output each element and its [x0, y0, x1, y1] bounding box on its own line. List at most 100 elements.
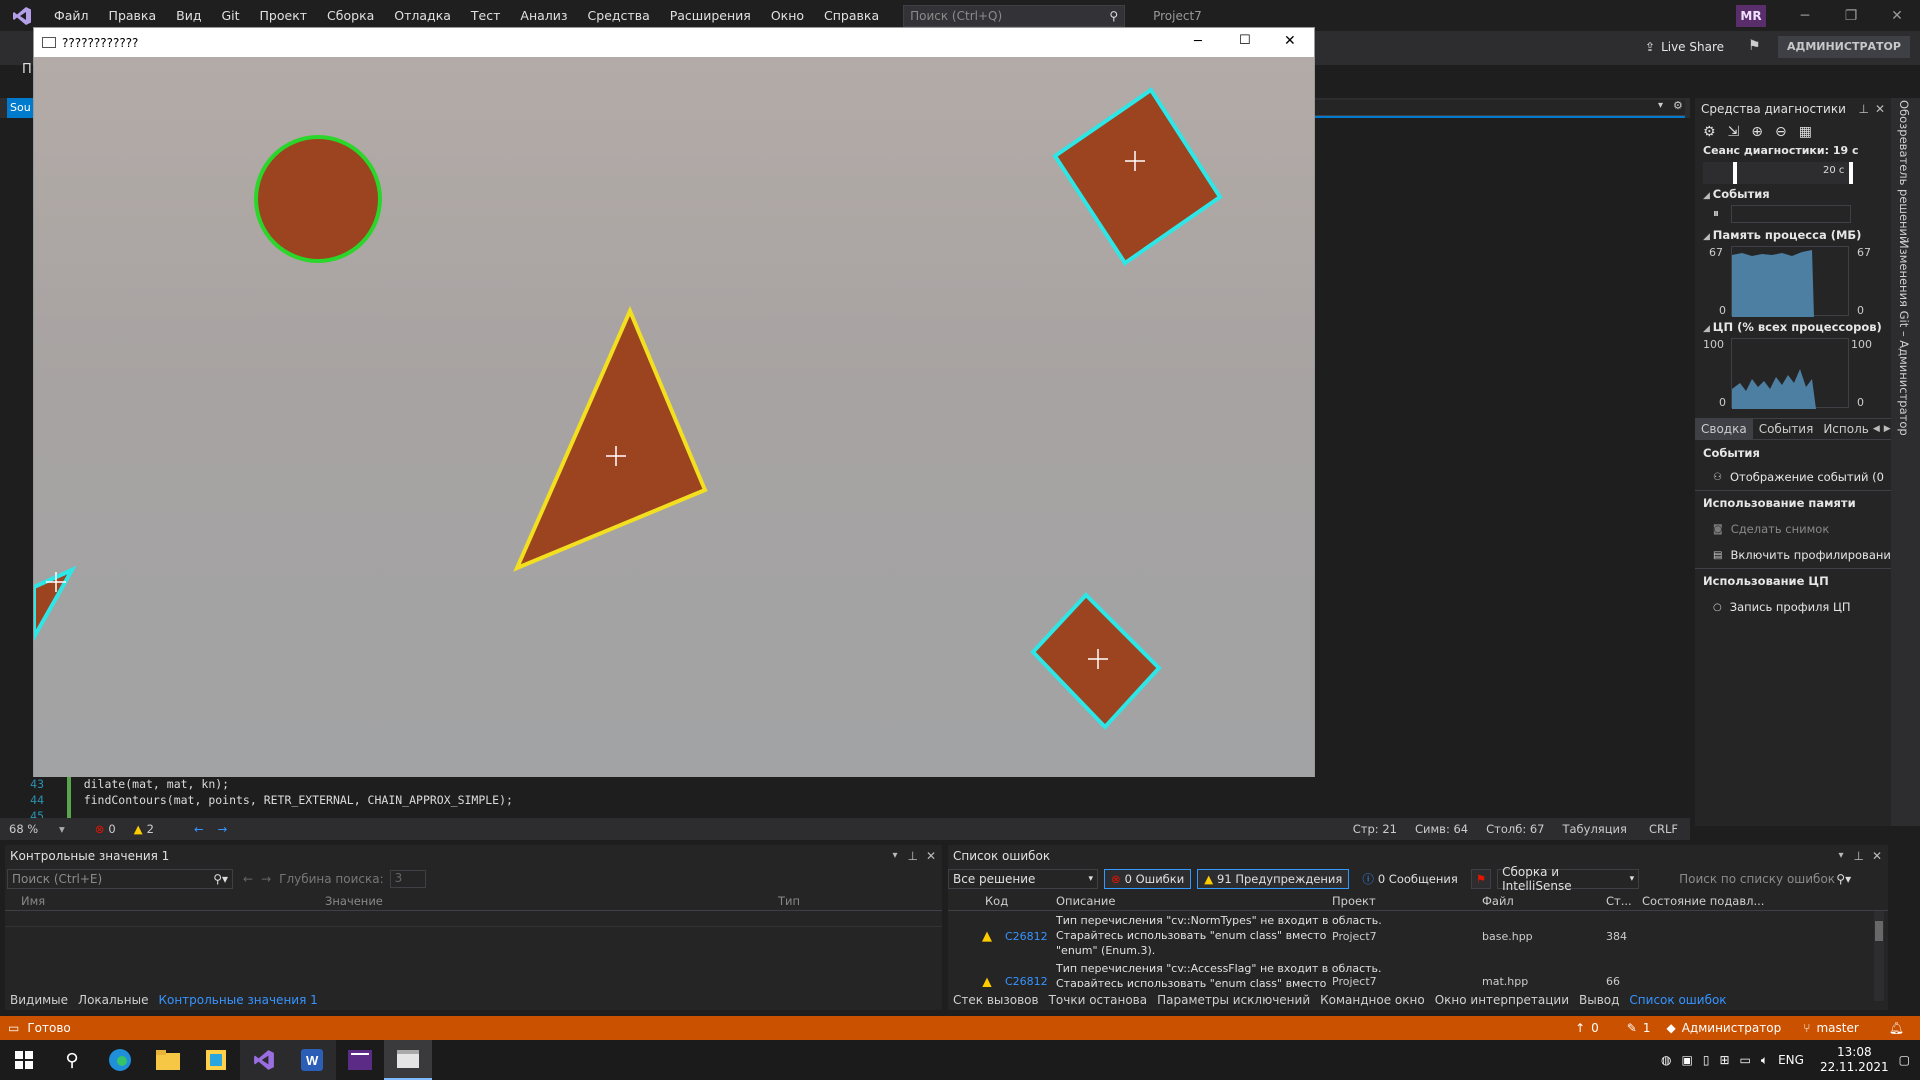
push-count[interactable]: 0	[1591, 1021, 1599, 1035]
zoom-dropdown-icon[interactable]: ▾	[59, 822, 65, 836]
char-indicator[interactable]: Симв: 64	[1415, 822, 1468, 836]
edge-browser-icon[interactable]	[96, 1040, 144, 1080]
language-indicator[interactable]: ENG	[1778, 1053, 1804, 1067]
tab-scroll-right-icon[interactable]: ▶	[1884, 424, 1891, 434]
settings-gear-icon[interactable]: ⚙	[1703, 124, 1716, 140]
col-line[interactable]: Ст...	[1606, 894, 1632, 908]
error-list-close-icon[interactable]: ✕	[1872, 845, 1882, 867]
cv-window-titlebar[interactable]: ???????????? ─ ☐ ✕	[34, 28, 1314, 57]
opencv-window-taskbar-icon[interactable]	[384, 1040, 432, 1080]
code-line[interactable]: 44 findContours(mat, points, RETR_EXTERN…	[0, 793, 513, 809]
settings-gear-icon[interactable]: ⚙	[1673, 99, 1683, 112]
solution-explorer-tab[interactable]: Обозреватель решений	[1897, 100, 1911, 244]
tab-summary[interactable]: Сводка	[1695, 418, 1753, 440]
col-indicator[interactable]: Столб: 67	[1486, 822, 1544, 836]
col-code[interactable]: Код	[985, 894, 1008, 908]
scope-select[interactable]: Все решение ▾	[948, 869, 1098, 889]
col-type[interactable]: Тип	[778, 894, 800, 908]
tab-error-list[interactable]: Список ошибок	[1624, 993, 1731, 1007]
clock[interactable]: 13:08 22.11.2021	[1820, 1045, 1889, 1075]
error-row[interactable]: ▲ C26812 Тип перечисления "cv::NormTypes…	[948, 911, 1888, 961]
error-code-link[interactable]: C26812	[1005, 930, 1048, 943]
tab-usage[interactable]: Исполь	[1819, 422, 1873, 436]
filter-clear-icon[interactable]: ⚑	[1470, 869, 1492, 889]
cv-minimize-button[interactable]: ─	[1194, 34, 1202, 49]
editor-tab-active[interactable]: Sou	[7, 98, 33, 118]
nav-forward-icon[interactable]: →	[218, 822, 228, 836]
nav-back-icon[interactable]: ←	[194, 822, 204, 836]
indent-indicator[interactable]: Табуляция	[1562, 822, 1626, 836]
search-forward-icon[interactable]: →	[261, 872, 271, 886]
cpu-header[interactable]: ◢ ЦП (% всех процессоров)	[1695, 320, 1891, 338]
search-back-icon[interactable]: ←	[243, 872, 253, 886]
tab-autos[interactable]: Видимые	[5, 993, 73, 1007]
timeline-end-handle[interactable]	[1849, 162, 1853, 184]
error-search-input[interactable]: Поиск по списку ошибок ⚲▾	[1675, 869, 1855, 889]
network-icon[interactable]: ⊞	[1719, 1053, 1729, 1067]
search-input[interactable]: Поиск (Ctrl+Q) ⚲	[903, 4, 1126, 27]
col-suppression[interactable]: Состояние подавл...	[1642, 894, 1764, 908]
volume-icon[interactable]: 🔈︎	[1761, 1053, 1768, 1068]
col-description[interactable]: Описание	[1056, 894, 1115, 908]
watch-dropdown-icon[interactable]: ▾	[892, 845, 897, 867]
timeline-start-handle[interactable]	[1733, 162, 1737, 184]
notification-center-icon[interactable]: ▢	[1899, 1053, 1910, 1067]
col-name[interactable]: Имя	[21, 894, 45, 908]
enable-profiling-link[interactable]: ▤ Включить профилировани	[1695, 542, 1891, 568]
error-list-scrollbar[interactable]	[1874, 911, 1884, 1001]
zoom-level[interactable]: 68 %	[9, 822, 59, 836]
meet-now-icon[interactable]: ▣	[1682, 1053, 1693, 1067]
opencv-image-window[interactable]: ???????????? ─ ☐ ✕	[33, 27, 1315, 777]
tab-immediate-window[interactable]: Окно интерпретации	[1430, 993, 1574, 1007]
live-share-button[interactable]: ⇪ Live Share	[1645, 40, 1724, 54]
error-list-pin-icon[interactable]: ⊥	[1853, 845, 1863, 867]
col-project[interactable]: Проект	[1332, 894, 1376, 908]
pin-icon[interactable]: ⊥	[1858, 102, 1868, 116]
tab-locals[interactable]: Локальные	[73, 993, 153, 1007]
events-header[interactable]: ◢ События	[1695, 184, 1891, 202]
code-line[interactable]: 43 dilate(mat, mat, kn);	[0, 777, 229, 793]
tab-watch1[interactable]: Контрольные значения 1	[153, 993, 322, 1007]
tab-output[interactable]: Вывод	[1574, 993, 1624, 1007]
watch-empty-row[interactable]	[5, 911, 942, 927]
cv-close-button[interactable]: ✕	[1284, 33, 1296, 49]
export-icon[interactable]: ⇲	[1728, 124, 1740, 140]
col-value[interactable]: Значение	[325, 894, 383, 908]
admin-badge[interactable]: АДМИНИСТРАТОР	[1778, 36, 1910, 58]
feedback-icon[interactable]: ⚑	[1748, 38, 1761, 54]
tray-app-icon[interactable]: ◍	[1661, 1053, 1671, 1067]
terminal-icon[interactable]	[336, 1040, 384, 1080]
error-count[interactable]: 0	[108, 822, 115, 836]
zoom-out-icon[interactable]: ⊖	[1775, 124, 1787, 140]
watch-close-icon[interactable]: ✕	[926, 845, 936, 867]
branch-name[interactable]: master	[1816, 1021, 1858, 1035]
tab-events[interactable]: События	[1753, 422, 1820, 436]
monitor-icon[interactable]: ▭	[1740, 1053, 1751, 1067]
memory-header[interactable]: ◢ Память процесса (МБ)	[1695, 228, 1891, 246]
show-events-link[interactable]: ⚇ Отображение событий (0	[1695, 464, 1891, 490]
avatar[interactable]: MR	[1736, 5, 1766, 27]
zoom-in-icon[interactable]: ⊕	[1751, 124, 1763, 140]
tab-command-window[interactable]: Командное окно	[1315, 993, 1430, 1007]
error-code-link[interactable]: C26812	[1005, 975, 1048, 987]
file-explorer-icon[interactable]	[144, 1040, 192, 1080]
pencil-icon[interactable]: ✎	[1627, 1021, 1637, 1035]
warning-count[interactable]: 2	[147, 822, 154, 836]
paint-app-icon[interactable]	[192, 1040, 240, 1080]
cv-maximize-button[interactable]: ☐	[1239, 33, 1251, 48]
depth-select[interactable]: 3	[389, 870, 426, 888]
tab-scroll-left-icon[interactable]: ◀	[1873, 424, 1880, 434]
build-filter-select[interactable]: Сборка и IntelliSense ▾	[1497, 865, 1640, 893]
git-changes-tab[interactable]: Изменения Git – Администратор	[1897, 240, 1911, 436]
phone-icon[interactable]: ▯	[1703, 1053, 1710, 1067]
eol-indicator[interactable]: CRLF	[1649, 822, 1678, 836]
visual-studio-taskbar-icon[interactable]	[240, 1040, 288, 1080]
tab-exception-settings[interactable]: Параметры исключений	[1152, 993, 1315, 1007]
error-list-dropdown-icon[interactable]: ▾	[1838, 845, 1843, 867]
watch-pin-icon[interactable]: ⊥	[907, 845, 917, 867]
notifications-icon[interactable]: 🔔︎	[1889, 1021, 1904, 1035]
repo-user[interactable]: Администратор	[1682, 1021, 1782, 1035]
pause-icon[interactable]: ⏸	[1713, 206, 1719, 221]
session-timeline[interactable]: 20 с	[1703, 162, 1853, 184]
windows-start-icon[interactable]	[0, 1040, 48, 1080]
